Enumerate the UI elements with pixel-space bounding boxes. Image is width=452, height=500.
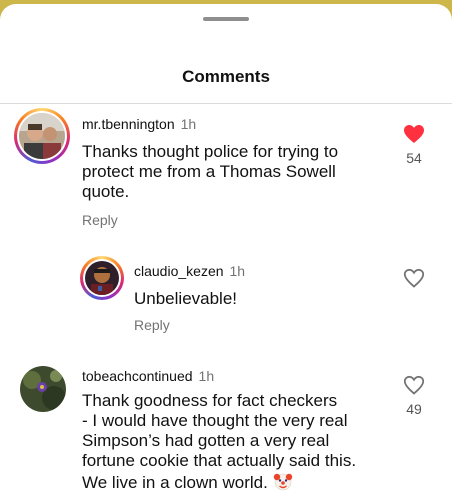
avatar[interactable]	[14, 108, 70, 164]
comment-meta: claudio_kezen 1h	[134, 263, 245, 279]
user-avatar-photo-icon	[19, 113, 65, 159]
comment-time: 1h	[229, 263, 246, 279]
like-count: 49	[406, 401, 422, 417]
header-divider	[0, 103, 452, 104]
comments-sheet: Comments mr.tbennington 1h Thanks though…	[0, 4, 452, 500]
reply-button[interactable]: Reply	[82, 212, 118, 228]
comment-meta: tobeachcontinued 1h	[82, 368, 214, 384]
reply-button[interactable]: Reply	[134, 317, 170, 333]
clown-face-icon	[273, 471, 293, 496]
comment-text-body: Thank goodness for fact checkers - I wou…	[82, 391, 357, 492]
like-count: 54	[406, 150, 422, 166]
comment-username[interactable]: claudio_kezen	[134, 263, 224, 279]
comment-text: Thank goodness for fact checkers - I wou…	[82, 391, 356, 496]
user-avatar-photo-icon	[20, 366, 66, 412]
comment-username[interactable]: tobeachcontinued	[82, 368, 193, 384]
heart-outline-icon[interactable]	[402, 373, 426, 397]
heart-filled-icon[interactable]	[402, 122, 426, 146]
comment-time: 1h	[198, 368, 215, 384]
comment-meta: mr.tbennington 1h	[82, 116, 196, 132]
user-avatar-photo-icon	[85, 261, 119, 295]
heart-outline-icon[interactable]	[402, 266, 426, 290]
avatar[interactable]	[80, 256, 124, 300]
comment-username[interactable]: mr.tbennington	[82, 116, 175, 132]
comment-text: Thanks thought police for trying to prot…	[82, 142, 339, 201]
comment-time: 1h	[180, 116, 197, 132]
page-title: Comments	[182, 67, 270, 86]
comment-text: Unbelievable!	[134, 289, 238, 308]
drag-handle[interactable]	[203, 17, 249, 21]
avatar[interactable]	[20, 366, 66, 412]
